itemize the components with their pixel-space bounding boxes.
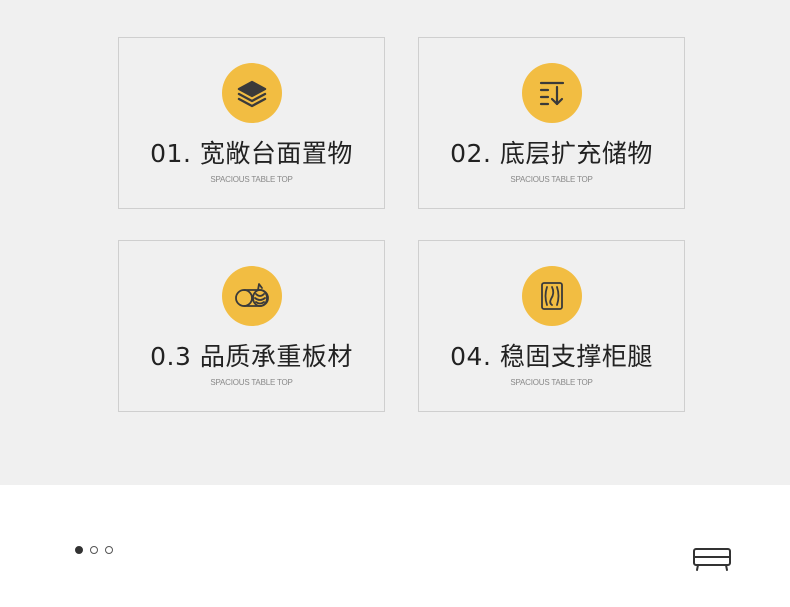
carousel-indicator — [75, 546, 113, 554]
sort-down-icon — [521, 63, 582, 123]
feature-card-storage: 02. 底层扩充储物 SPACIOUS TABLE TOP — [418, 37, 685, 209]
stack-layers-icon — [221, 63, 282, 123]
feature-title: 0.3 品质承重板材 — [150, 342, 353, 371]
feature-subtitle: SPACIOUS TABLE TOP — [210, 175, 293, 184]
feature-subtitle: SPACIOUS TABLE TOP — [210, 378, 293, 387]
feature-subtitle: SPACIOUS TABLE TOP — [510, 378, 593, 387]
features-panel: 01. 宽敞台面置物 SPACIOUS TABLE TOP 02. 底层扩充储物… — [0, 0, 790, 485]
carousel-dot-3[interactable] — [105, 546, 113, 554]
feature-title: 04. 稳固支撑柜腿 — [450, 342, 653, 371]
feature-title: 01. 宽敞台面置物 — [150, 139, 353, 168]
feature-card-tabletop: 01. 宽敞台面置物 SPACIOUS TABLE TOP — [118, 37, 385, 209]
tv-cabinet-icon — [692, 544, 732, 572]
feature-title: 02. 底层扩充储物 — [450, 139, 653, 168]
carousel-dot-1[interactable] — [75, 546, 83, 554]
feature-card-board: 0.3 品质承重板材 SPACIOUS TABLE TOP — [118, 240, 385, 412]
wood-grain-icon — [521, 266, 582, 326]
carousel-dot-2[interactable] — [90, 546, 98, 554]
wood-log-icon — [221, 266, 282, 326]
feature-card-legs: 04. 稳固支撑柜腿 SPACIOUS TABLE TOP — [418, 240, 685, 412]
feature-subtitle: SPACIOUS TABLE TOP — [510, 175, 593, 184]
